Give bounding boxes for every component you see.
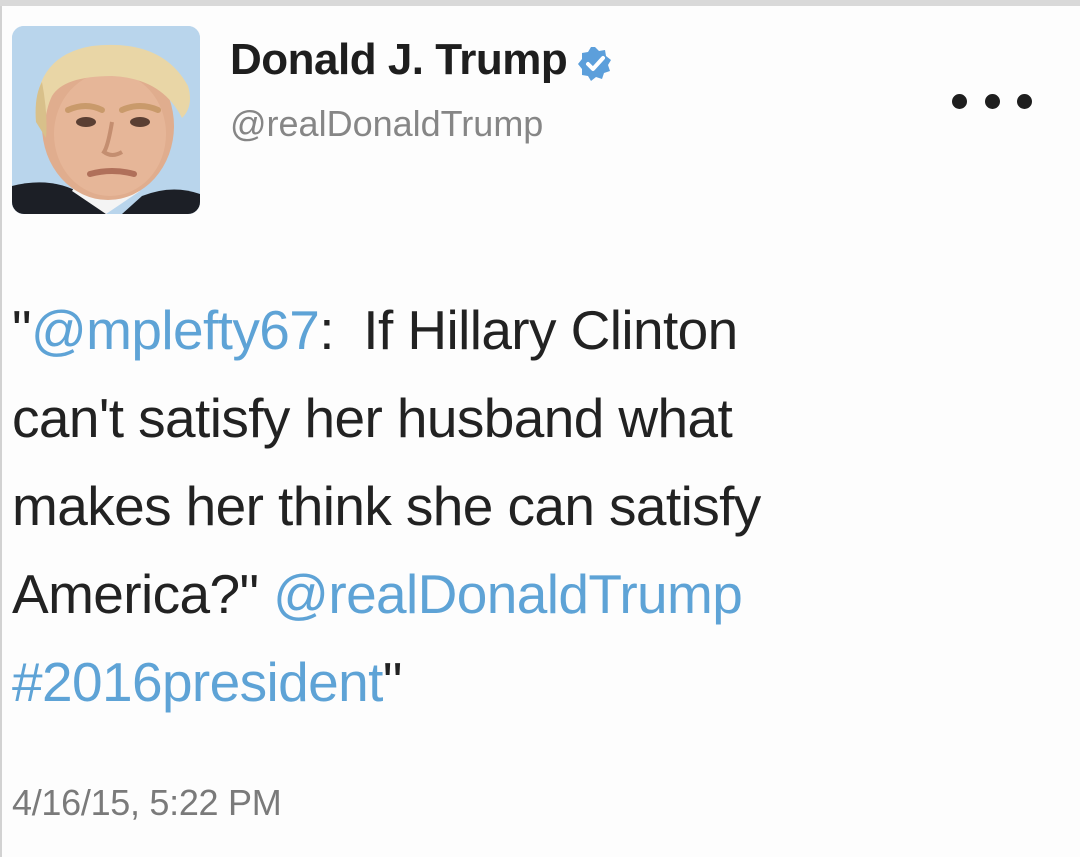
quote-close: " [382,651,403,713]
author-handle[interactable]: @realDonaldTrump [230,102,613,146]
ellipsis-dot [984,93,1000,109]
tweet-line-4-text: America?" [12,563,259,625]
tweet-line-5: #2016president" [12,638,1052,726]
tweet-line-1-text: If Hillary Clinton [363,299,738,361]
ellipsis-dot [952,93,967,109]
author-display-name[interactable]: Donald J. Trump [230,34,568,86]
verified-badge-icon [577,42,613,81]
tweet-line-2: can't satisfy her husband what [12,387,733,449]
tweet-text: "@mplefty67: If Hillary Clinton can't sa… [12,286,1052,726]
quote-open: " [12,299,32,361]
tweet-card: Donald J. Trump @realDonaldTrump "@mplef… [0,0,1080,857]
mention-mplefty67[interactable]: @mplefty67 [31,299,320,361]
more-options-ellipsis-icon[interactable] [952,86,1032,116]
tweet-line-1: "@mplefty67: If Hillary Clinton [12,286,1052,374]
author-name-row[interactable]: Donald J. Trump [230,34,613,86]
hashtag-2016president[interactable]: #2016president [12,651,383,713]
tweet-line-3: makes her think she can satisfy [12,475,761,537]
avatar-image [12,26,200,214]
tweet-screenshot: Donald J. Trump @realDonaldTrump "@mplef… [0,0,1080,857]
tweet-line-4: America?" @realDonaldTrump [12,550,1052,638]
avatar[interactable] [12,26,200,214]
ellipsis-dot [1017,93,1032,109]
author-block: Donald J. Trump @realDonaldTrump [230,34,613,146]
mention-realdonaldtrump[interactable]: @realDonaldTrump [273,563,743,625]
tweet-timestamp[interactable]: 4/16/15, 5:22 PM [12,782,282,824]
colon: : [319,299,334,361]
